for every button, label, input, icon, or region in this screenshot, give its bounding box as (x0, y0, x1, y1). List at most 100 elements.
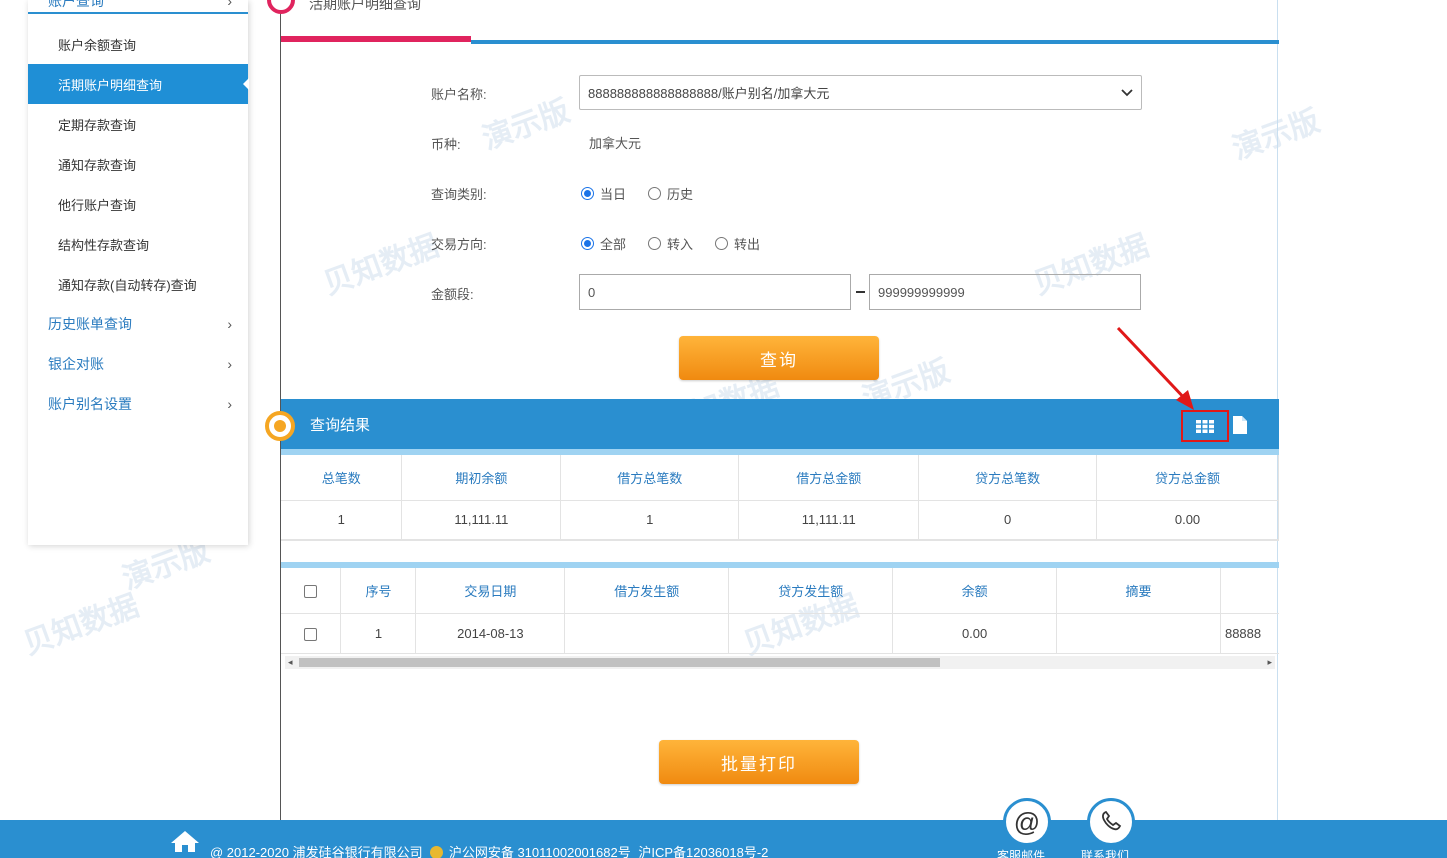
phone-icon (1100, 810, 1122, 835)
summary-cell: 1 (281, 500, 403, 541)
home-icon[interactable] (170, 830, 200, 858)
select-all-checkbox[interactable] (304, 584, 318, 598)
footer-copyright: @ 2012-2020 浦发硅谷银行有限公司 沪公网安备 31011002001… (210, 845, 769, 858)
query-button[interactable]: 查询 (679, 336, 879, 380)
account-label: 账户名称: (431, 87, 487, 102)
detail-table-container: 序号 交易日期 借方发生额 贷方发生额 余额 摘要 1 2014-08-13 0… (281, 568, 1279, 656)
chevron-right-icon: › (227, 356, 232, 372)
summary-header: 借方总金额 (738, 455, 920, 501)
summary-header: 贷方总金额 (1096, 455, 1279, 501)
grid-view-icon[interactable] (1181, 410, 1229, 442)
detail-cell (564, 613, 730, 654)
radio-all-label: 全部 (600, 237, 627, 252)
detail-header: 借方发生额 (564, 568, 730, 614)
contact-label: 联系我们 (1081, 849, 1130, 858)
direction-group: 全部 转入 转出 (579, 234, 774, 253)
chevron-right-icon: › (227, 0, 232, 9)
detail-cell (1056, 613, 1221, 654)
summary-table: 总笔数 期初余额 借方总笔数 借方总金额 贷方总笔数 贷方总金额 1 11,11… (281, 455, 1279, 541)
mail-label: 客服邮件 (997, 849, 1046, 858)
summary-header: 贷方总笔数 (918, 455, 1098, 501)
results-header: 查询结果 (281, 399, 1279, 449)
chevron-right-icon: › (227, 316, 232, 332)
detail-header: 交易日期 (415, 568, 566, 614)
sidebar-item-notice-deposit[interactable]: 通知存款查询 (28, 144, 248, 184)
contact-button[interactable] (1087, 798, 1135, 846)
page-title: 活期账户明细查询 (309, 0, 421, 12)
range-dash (856, 291, 865, 293)
sidebar-group-account-query[interactable]: 账户查询 › (28, 0, 248, 14)
query-type-group: 当日 历史 (579, 184, 707, 203)
detail-header: 摘要 (1056, 568, 1221, 614)
select-all-cell (281, 568, 342, 614)
footer: @ 2012-2020 浦发硅谷银行有限公司 沪公网安备 31011002001… (0, 820, 1447, 858)
summary-header: 借方总笔数 (560, 455, 740, 501)
sidebar-item-fixed-deposit[interactable]: 定期存款查询 (28, 104, 248, 144)
sidebar-group-alias-setting[interactable]: 账户别名设置 › (28, 384, 248, 424)
table-row: 1 2014-08-13 0.00 88888 (281, 613, 1279, 654)
radio-history-label: 历史 (667, 187, 694, 202)
section-marker-icon (265, 411, 295, 441)
mail-button[interactable]: @ (1003, 798, 1051, 846)
direction-label: 交易方向: (431, 237, 487, 252)
scroll-left-icon[interactable]: ◂ (288, 656, 293, 669)
at-sign-icon: @ (1013, 806, 1041, 837)
summary-cell: 0 (918, 500, 1098, 541)
account-select-value: 888888888888888888/账户别名/加拿大元 (588, 86, 830, 101)
radio-today-label: 当日 (600, 187, 627, 202)
currency-value: 加拿大元 (589, 136, 642, 151)
currency-label: 币种: (431, 137, 461, 152)
account-select[interactable]: 888888888888888888/账户别名/加拿大元 (579, 75, 1142, 110)
summary-header: 期初余额 (401, 455, 562, 501)
radio-today[interactable] (581, 187, 594, 200)
radio-in[interactable] (648, 237, 662, 250)
main-panel: 活期账户明细查询 账户名称: 888888888888888888/账户别名/加… (265, 0, 1279, 820)
results-title: 查询结果 (310, 416, 371, 434)
detail-cell (728, 613, 894, 654)
sidebar-item-balance[interactable]: 账户余额查询 (28, 24, 248, 64)
table-row: 1 11,111.11 1 11,111.11 0 0.00 (281, 500, 1279, 541)
query-type-label: 查询类别: (431, 187, 487, 202)
detail-cell: 2014-08-13 (415, 613, 566, 654)
document-icon[interactable] (1231, 414, 1249, 436)
sidebar-item-current-detail[interactable]: 活期账户明细查询 (28, 64, 249, 104)
sidebar-nav: 账户查询 › 账户余额查询 活期账户明细查询 定期存款查询 通知存款查询 他行账… (28, 0, 249, 545)
row-select-cell (281, 613, 342, 654)
sidebar-item-other-bank[interactable]: 他行账户查询 (28, 184, 248, 224)
summary-header: 总笔数 (281, 455, 403, 501)
detail-header: 序号 (340, 568, 417, 614)
watermark: 贝知数据 (19, 589, 144, 662)
detail-cell: 88888 (1220, 613, 1279, 654)
sidebar-group-history-bill[interactable]: 历史账单查询 › (28, 304, 248, 344)
police-badge-icon (430, 846, 444, 858)
sidebar-group-reconciliation[interactable]: 银企对账 › (28, 344, 248, 384)
row-checkbox[interactable] (304, 627, 318, 641)
horizontal-scrollbar[interactable]: ◂ ▸ (285, 656, 1275, 669)
title-bar-accent (281, 36, 471, 42)
summary-cell: 0.00 (1096, 500, 1279, 541)
section-marker-icon (267, 0, 295, 14)
amount-label: 金额段: (431, 287, 474, 302)
batch-print-button[interactable]: 批量打印 (659, 740, 859, 784)
scrollbar-thumb[interactable] (299, 658, 940, 667)
sidebar-group-label: 账户查询 (48, 0, 104, 9)
radio-out[interactable] (715, 237, 729, 250)
radio-out-label: 转出 (734, 237, 761, 252)
radio-in-label: 转入 (667, 237, 694, 252)
chevron-down-icon (1121, 85, 1133, 100)
amount-min-input[interactable]: 0 (579, 274, 851, 310)
scroll-right-icon[interactable]: ▸ (1267, 656, 1272, 669)
chevron-right-icon: › (227, 396, 232, 412)
detail-header: 贷方发生额 (728, 568, 894, 614)
sidebar-item-notice-auto[interactable]: 通知存款(自动转存)查询 (28, 264, 248, 304)
detail-header-extra (1220, 568, 1279, 614)
detail-cell: 1 (340, 613, 417, 654)
title-bar (471, 40, 1279, 44)
amount-max-input[interactable]: 999999999999 (869, 274, 1141, 310)
summary-cell: 11,111.11 (738, 500, 920, 541)
summary-cell: 1 (560, 500, 740, 541)
radio-history[interactable] (648, 187, 662, 200)
detail-table: 序号 交易日期 借方发生额 贷方发生额 余额 摘要 1 2014-08-13 0… (281, 568, 1279, 654)
sidebar-item-structured-deposit[interactable]: 结构性存款查询 (28, 224, 248, 264)
radio-all[interactable] (581, 237, 594, 250)
